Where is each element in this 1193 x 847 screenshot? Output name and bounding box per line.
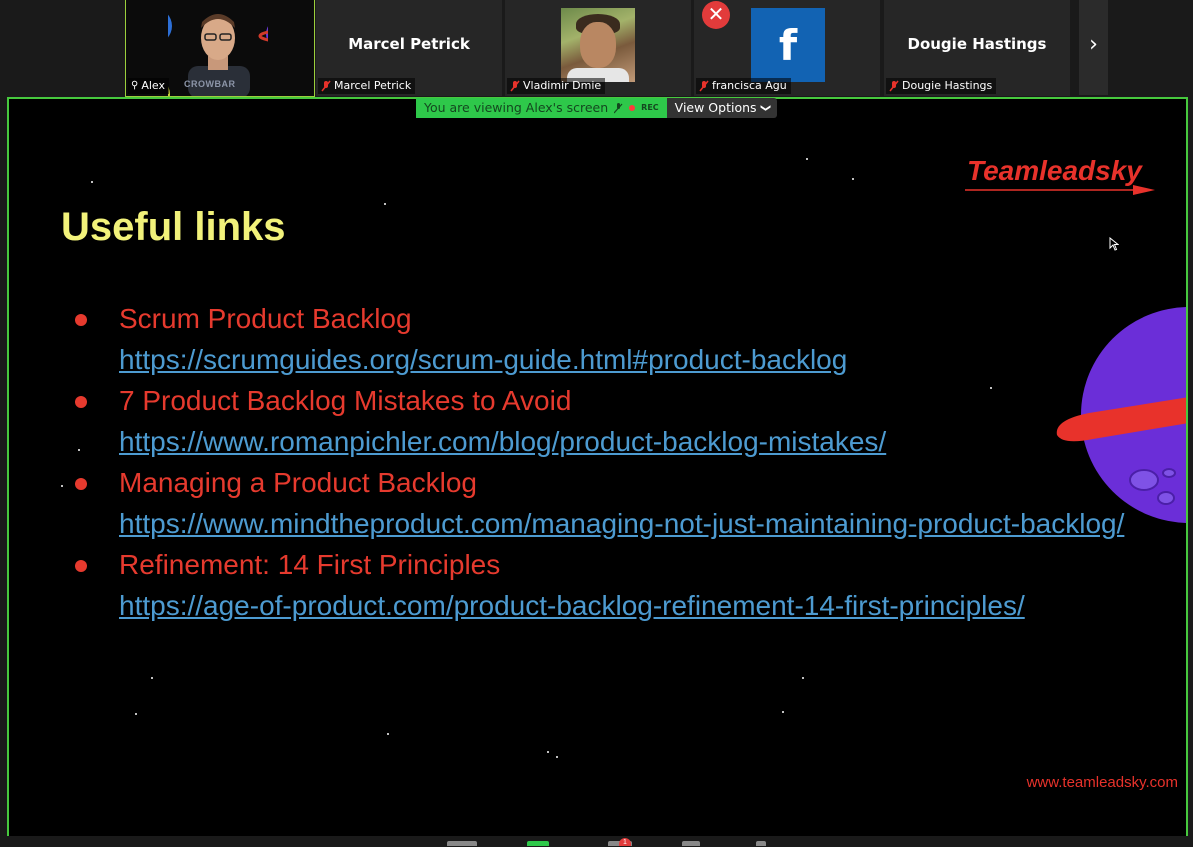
slide-title: Useful links xyxy=(61,205,286,249)
facebook-avatar-icon: f xyxy=(751,8,825,82)
participants-icon[interactable] xyxy=(447,841,477,846)
participant-name: Alex xyxy=(141,79,165,92)
link-url[interactable]: https://www.romanpichler.com/blog/produc… xyxy=(119,421,1151,462)
chat-badge: 1 xyxy=(619,838,631,846)
view-options-button[interactable]: View Options ❯ xyxy=(666,98,777,118)
viewing-status: You are viewing Alex's screen REC xyxy=(416,98,667,118)
participant-strip: CROWBAR ⚲ Alex Marcel Petrick Marcel Pet… xyxy=(0,0,1193,97)
participant-display-name: Dougie Hastings xyxy=(907,35,1047,53)
pin-icon: ⚲ xyxy=(131,80,139,91)
link-url[interactable]: https://www.mindtheproduct.com/managing-… xyxy=(119,503,1151,544)
link-list: Scrum Product Backlog https://scrumguide… xyxy=(71,298,1151,626)
list-item: Managing a Product Backlog https://www.m… xyxy=(71,462,1151,544)
list-item: Scrum Product Backlog https://scrumguide… xyxy=(71,298,1151,380)
participant-tile-francisca[interactable]: f ✕ francisca Agu xyxy=(694,0,880,96)
participant-nametag-marcel: Marcel Petrick xyxy=(318,78,416,94)
view-options-label: View Options xyxy=(674,100,757,115)
participant-tile-vladimir[interactable]: Vladimir Dmie xyxy=(505,0,691,96)
planet-icon xyxy=(1056,307,1186,523)
avatar xyxy=(561,8,635,82)
participant-tile-alex[interactable]: CROWBAR ⚲ Alex xyxy=(125,0,315,97)
mouse-cursor-icon xyxy=(1109,237,1119,251)
participant-display-name: Marcel Petrick xyxy=(348,35,470,53)
participant-nametag-dougie: Dougie Hastings xyxy=(886,78,997,94)
chevron-right-icon[interactable]: › xyxy=(1079,0,1108,95)
link-title: Refinement: 14 First Principles xyxy=(119,549,501,580)
footer-url: www.teamleadsky.com xyxy=(1026,774,1178,791)
participant-nametag-alex: ⚲ Alex xyxy=(128,78,169,94)
muted-mic-icon xyxy=(699,80,709,92)
share-screen-icon[interactable] xyxy=(527,841,549,846)
meeting-toolbar xyxy=(0,836,1193,846)
screen-share-banner: You are viewing Alex's screen REC View O… xyxy=(416,98,777,118)
participant-name: Dougie Hastings xyxy=(902,79,993,92)
participant-nametag-francisca: francisca Agu xyxy=(696,78,791,94)
more-icon[interactable] xyxy=(756,841,766,846)
shared-screen: Teamleadsky Useful links Scrum Product B… xyxy=(7,97,1188,838)
viewing-text: You are viewing Alex's screen xyxy=(424,100,609,115)
alex-shirt-text: CROWBAR xyxy=(184,79,236,89)
muted-mic-icon xyxy=(321,80,331,92)
rec-label: REC xyxy=(641,103,659,112)
participant-name: Vladimir Dmie xyxy=(523,79,602,92)
link-url[interactable]: https://age-of-product.com/product-backl… xyxy=(119,585,1151,626)
chevron-down-icon: ❯ xyxy=(759,103,771,113)
link-title: Managing a Product Backlog xyxy=(119,467,477,498)
list-item: 7 Product Backlog Mistakes to Avoid http… xyxy=(71,380,1151,462)
link-title: 7 Product Backlog Mistakes to Avoid xyxy=(119,385,572,416)
participant-tile-marcel[interactable]: Marcel Petrick Marcel Petrick xyxy=(316,0,502,96)
close-icon[interactable]: ✕ xyxy=(702,1,730,29)
reactions-icon[interactable] xyxy=(682,841,700,846)
participant-tile-dougie[interactable]: Dougie Hastings Dougie Hastings xyxy=(884,0,1070,96)
rocket-icon xyxy=(965,185,1155,195)
participant-name: francisca Agu xyxy=(712,79,787,92)
link-url[interactable]: https://scrumguides.org/scrum-guide.html… xyxy=(119,339,1151,380)
muted-mic-icon xyxy=(889,80,899,92)
recording-dot-icon xyxy=(629,105,636,111)
participant-name: Marcel Petrick xyxy=(334,79,412,92)
link-title: Scrum Product Backlog xyxy=(119,303,412,334)
muted-mic-icon xyxy=(510,80,520,92)
muted-mic-icon xyxy=(614,102,623,113)
participant-nametag-vladimir: Vladimir Dmie xyxy=(507,78,606,94)
list-item: Refinement: 14 First Principles https://… xyxy=(71,544,1151,626)
